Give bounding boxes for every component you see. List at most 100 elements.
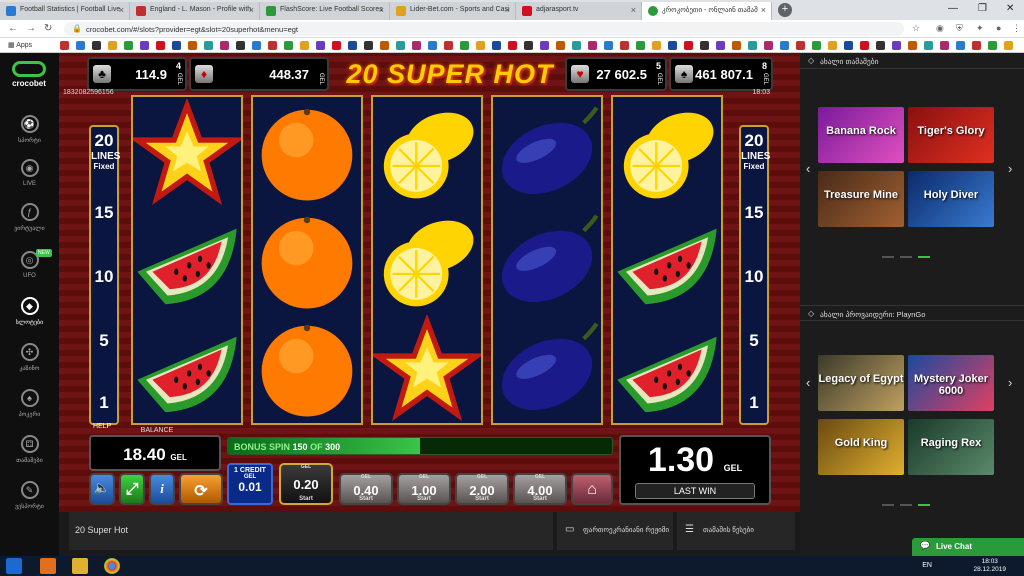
- bookmark-icon[interactable]: [60, 41, 69, 50]
- bet-button-0-20[interactable]: GEL 0.20 Start: [279, 463, 333, 505]
- browser-tab[interactable]: FlashScore: Live Football Scores ×: [260, 2, 390, 20]
- game-rules-button[interactable]: ☰ თამაშის წესები: [677, 512, 795, 550]
- menu-dots-icon[interactable]: ⋮: [1012, 23, 1021, 34]
- bookmark-icon[interactable]: [972, 41, 981, 50]
- carousel-dots[interactable]: [882, 245, 936, 258]
- sidebar-item-casino[interactable]: ✣ კაზინო: [0, 343, 59, 372]
- file-explorer-icon[interactable]: [72, 558, 88, 574]
- bookmark-icon[interactable]: [684, 41, 693, 50]
- browser-tab[interactable]: adjarasport.tv ×: [516, 2, 642, 20]
- bookmark-icon[interactable]: [316, 41, 325, 50]
- home-button[interactable]: ⌂: [571, 473, 613, 505]
- sound-button[interactable]: 🔈: [89, 473, 115, 505]
- back-arrow-icon[interactable]: ←: [8, 23, 18, 34]
- game-thumb[interactable]: Gold King: [818, 419, 904, 475]
- forward-arrow-icon[interactable]: →: [26, 23, 36, 34]
- game-thumb[interactable]: Treasure Mine: [818, 171, 904, 227]
- game-thumb[interactable]: Raging Rex: [908, 419, 994, 475]
- bookmark-icon[interactable]: [348, 41, 357, 50]
- bookmark-icon[interactable]: [412, 41, 421, 50]
- bet-button-4-00[interactable]: GEL 4.00 Start: [513, 473, 567, 505]
- browser-tab[interactable]: Football Statistics | Football Live ×: [0, 2, 130, 20]
- close-tab-icon[interactable]: ×: [761, 5, 766, 15]
- bookmark-icon[interactable]: [556, 41, 565, 50]
- game-thumb[interactable]: Banana Rock: [818, 107, 904, 163]
- bookmark-icon[interactable]: [796, 41, 805, 50]
- bookmark-icon[interactable]: [844, 41, 853, 50]
- carousel-prev-icon[interactable]: ‹: [806, 161, 810, 176]
- carousel-dots[interactable]: [882, 493, 936, 506]
- bookmark-icon[interactable]: [924, 41, 933, 50]
- bookmark-icon[interactable]: [604, 41, 613, 50]
- browser-tab-active[interactable]: კროკობეთი - ონლაინ თამაშ ×: [642, 2, 772, 20]
- game-thumb[interactable]: Tiger's Glory: [908, 107, 994, 163]
- sidebar-item-virtual[interactable]: ƒ ვირტუალი: [0, 203, 59, 232]
- bookmark-icon[interactable]: [524, 41, 533, 50]
- maximize-icon[interactable]: ❐: [978, 3, 987, 14]
- bookmark-icon[interactable]: [444, 41, 453, 50]
- close-tab-icon[interactable]: ×: [505, 5, 510, 15]
- chrome-icon[interactable]: [104, 558, 120, 574]
- bookmark-icon[interactable]: [1004, 41, 1013, 50]
- bookmark-icon[interactable]: [588, 41, 597, 50]
- bookmark-icon[interactable]: [940, 41, 949, 50]
- crocobet-logo[interactable]: crocobet: [6, 61, 52, 88]
- browser-tab[interactable]: Lider-Bet.com - Sports and Casi ×: [390, 2, 516, 20]
- bookmark-icon[interactable]: [268, 41, 277, 50]
- bookmark-icon[interactable]: [780, 41, 789, 50]
- bookmark-icon[interactable]: [652, 41, 661, 50]
- browser-tab[interactable]: England - L. Mason - Profile with ×: [130, 2, 260, 20]
- bookmark-icon[interactable]: [236, 41, 245, 50]
- bookmark-icon[interactable]: [156, 41, 165, 50]
- bookmark-icon[interactable]: [364, 41, 373, 50]
- bookmark-icon[interactable]: [508, 41, 517, 50]
- apps-shortcut[interactable]: ▦ Apps: [8, 41, 32, 49]
- fullscreen-mode-button[interactable]: ▭ ფართოეკრანიანი რეჟიმი: [557, 512, 673, 550]
- bookmark-icon[interactable]: [396, 41, 405, 50]
- sidebar-item-sport[interactable]: ⚽ სპორტი: [0, 115, 59, 144]
- bookmark-icon[interactable]: [204, 41, 213, 50]
- bookmark-icon[interactable]: [108, 41, 117, 50]
- bookmark-icon[interactable]: [172, 41, 181, 50]
- bookmark-icon[interactable]: [140, 41, 149, 50]
- url-input[interactable]: 🔒 crocobet.com/#/slots?provider=egt&slot=…: [64, 22, 904, 36]
- language-indicator[interactable]: EN: [922, 562, 932, 569]
- close-tab-icon[interactable]: ×: [631, 5, 636, 15]
- bookmark-icon[interactable]: [460, 41, 469, 50]
- bookmark-icon[interactable]: [988, 41, 997, 50]
- bookmark-icon[interactable]: [380, 41, 389, 50]
- bookmark-icon[interactable]: [492, 41, 501, 50]
- game-thumb[interactable]: Mystery Joker 6000: [908, 355, 994, 411]
- carousel-next-icon[interactable]: ›: [1008, 161, 1012, 176]
- bookmark-icon[interactable]: [92, 41, 101, 50]
- bookmark-icon[interactable]: [284, 41, 293, 50]
- autoplay-button[interactable]: ⟳: [179, 473, 223, 505]
- bookmark-icon[interactable]: [748, 41, 757, 50]
- start-icon[interactable]: [6, 558, 22, 574]
- bet-button-0-40[interactable]: GEL 0.40 Start: [339, 473, 393, 505]
- bookmark-icon[interactable]: [428, 41, 437, 50]
- sidebar-item-esport[interactable]: ✎ ვესპორტი: [0, 481, 59, 510]
- taskbar-clock[interactable]: 18:03 28.12.2019: [973, 558, 1006, 574]
- reload-icon[interactable]: ↻: [44, 23, 52, 34]
- carousel-next-icon[interactable]: ›: [1008, 375, 1012, 390]
- bookmark-icon[interactable]: [572, 41, 581, 50]
- carousel-prev-icon[interactable]: ‹: [806, 375, 810, 390]
- bookmark-icon[interactable]: [220, 41, 229, 50]
- bookmark-icon[interactable]: [188, 41, 197, 50]
- close-tab-icon[interactable]: ×: [379, 5, 384, 15]
- bookmark-icon[interactable]: [812, 41, 821, 50]
- close-tab-icon[interactable]: ×: [249, 5, 254, 15]
- bookmark-icon[interactable]: [716, 41, 725, 50]
- game-thumb[interactable]: Legacy of Egypt: [818, 355, 904, 411]
- fullscreen-button[interactable]: ⤢: [119, 473, 145, 505]
- sidebar-item-games[interactable]: ⚃ თამაშები: [0, 435, 59, 464]
- bookmark-icon[interactable]: [540, 41, 549, 50]
- sidebar-item-slots[interactable]: ◆ სლოტები: [0, 297, 59, 326]
- sidebar-item-poker[interactable]: ♠ პოკერი: [0, 389, 59, 418]
- bookmark-icon[interactable]: [908, 41, 917, 50]
- bookmark-icon[interactable]: [700, 41, 709, 50]
- info-button[interactable]: i: [149, 473, 175, 505]
- bookmark-icon[interactable]: [76, 41, 85, 50]
- bookmark-icon[interactable]: [636, 41, 645, 50]
